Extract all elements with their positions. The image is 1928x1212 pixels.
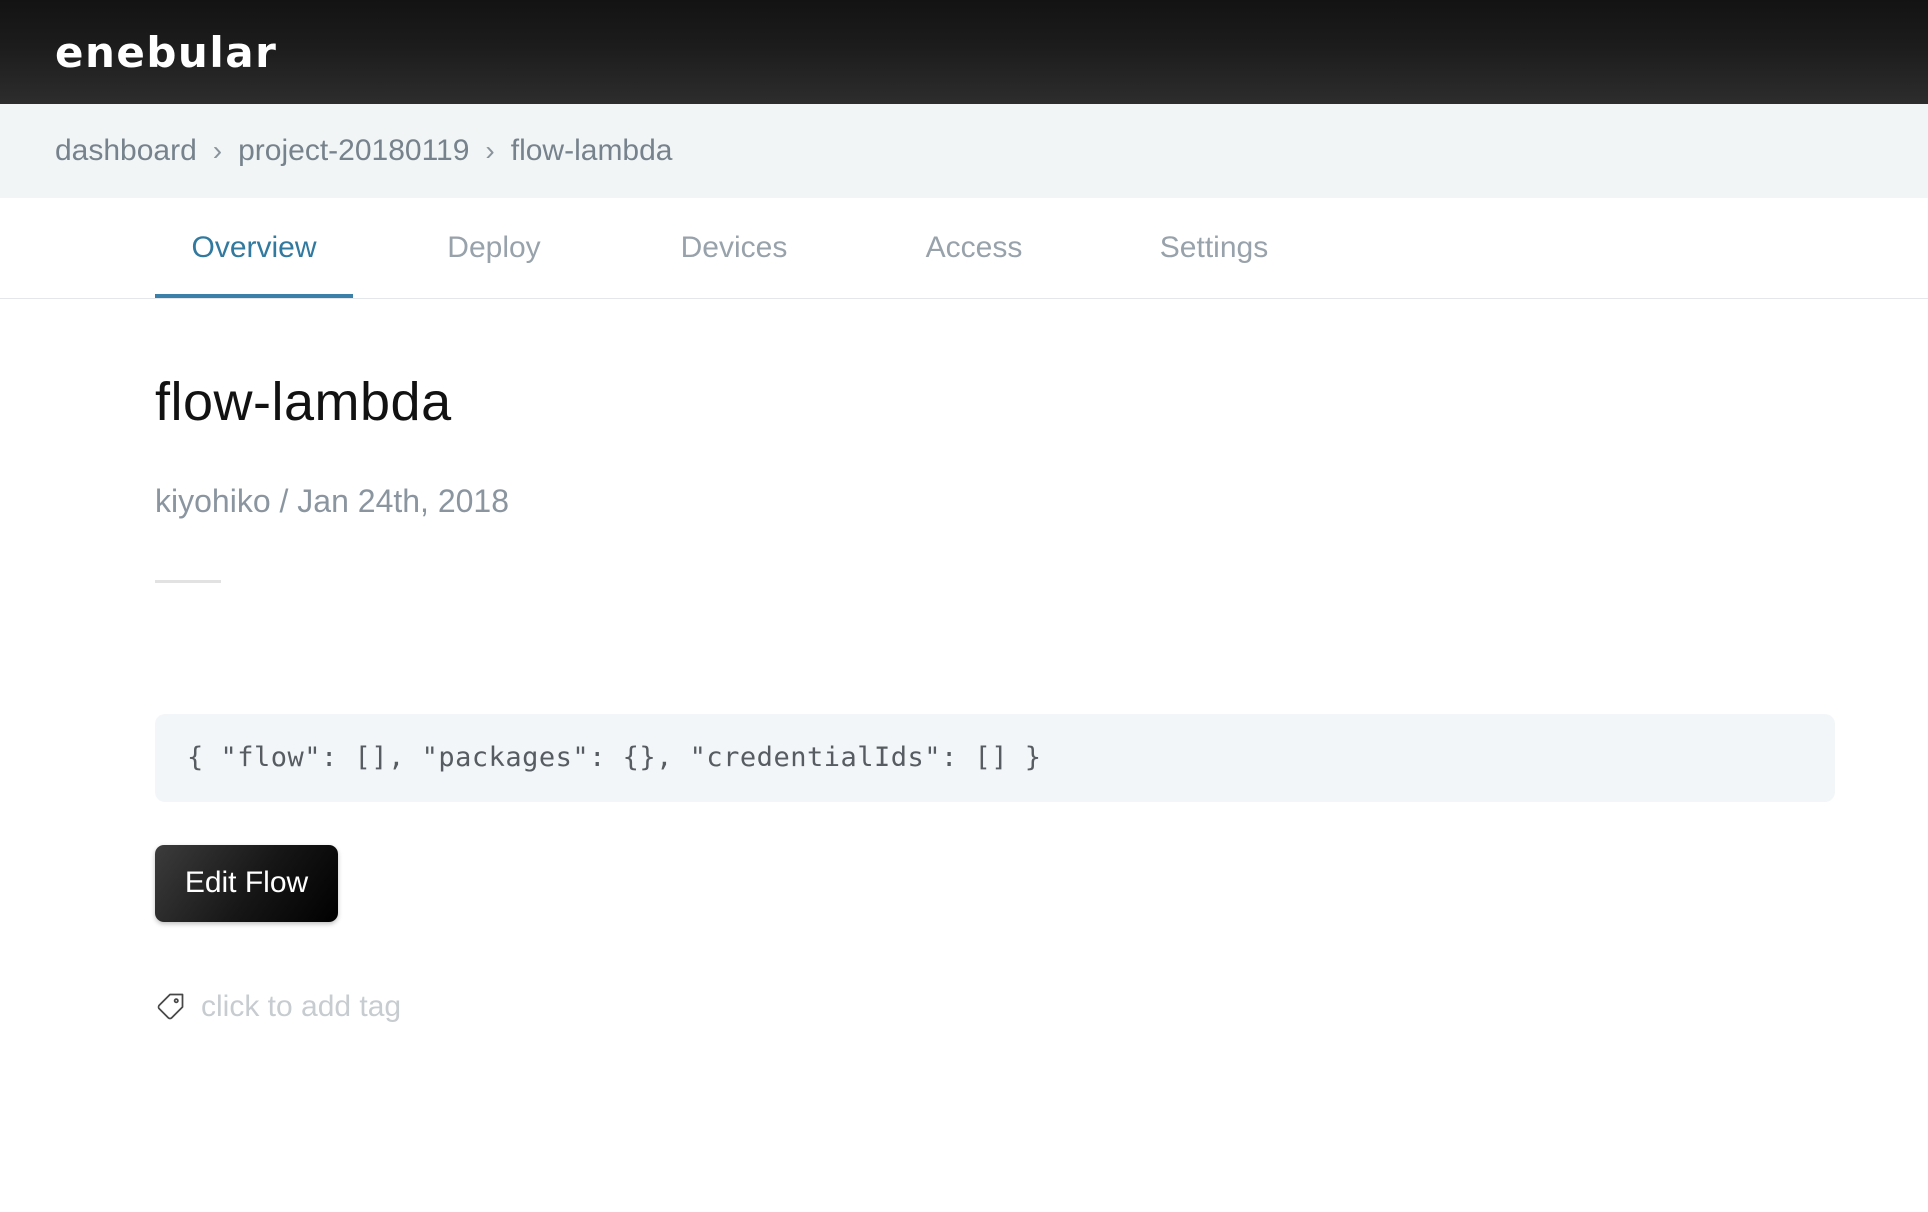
breadcrumb-item-project[interactable]: project-20180119 bbox=[238, 134, 469, 168]
tab-settings[interactable]: Settings bbox=[1115, 198, 1313, 298]
tab-deploy[interactable]: Deploy bbox=[395, 198, 593, 298]
flow-overview-panel: flow-lambda kiyohiko / Jan 24th, 2018 { … bbox=[0, 371, 1928, 1024]
tag-icon bbox=[157, 993, 184, 1020]
tab-access[interactable]: Access bbox=[875, 198, 1073, 298]
tab-overview[interactable]: Overview bbox=[155, 198, 353, 298]
flow-json-text: { "flow": [], "packages": {}, "credentia… bbox=[187, 742, 1042, 774]
enebular-logo: enebular bbox=[55, 27, 278, 77]
app-header: enebular bbox=[0, 0, 1928, 104]
tab-devices[interactable]: Devices bbox=[635, 198, 833, 298]
breadcrumb-separator-icon: › bbox=[212, 135, 223, 166]
tab-bar: Overview Deploy Devices Access Settings bbox=[0, 198, 1928, 299]
edit-flow-button[interactable]: Edit Flow bbox=[155, 844, 338, 922]
breadcrumb-item-dashboard[interactable]: dashboard bbox=[55, 134, 197, 168]
breadcrumb-separator-icon: › bbox=[485, 135, 495, 166]
breadcrumb: dashboard › project-20180119 › flow-lamb… bbox=[0, 104, 1928, 198]
page-title: flow-lambda bbox=[155, 372, 452, 432]
divider bbox=[155, 579, 221, 583]
add-tag-hint: click to add tag bbox=[201, 989, 402, 1023]
flow-byline: kiyohiko / Jan 24th, 2018 bbox=[155, 483, 510, 520]
flow-json-panel: { "flow": [], "packages": {}, "credentia… bbox=[155, 713, 1835, 802]
breadcrumb-item-flow[interactable]: flow-lambda bbox=[511, 134, 673, 168]
add-tag-control[interactable]: click to add tag bbox=[155, 990, 1928, 1024]
